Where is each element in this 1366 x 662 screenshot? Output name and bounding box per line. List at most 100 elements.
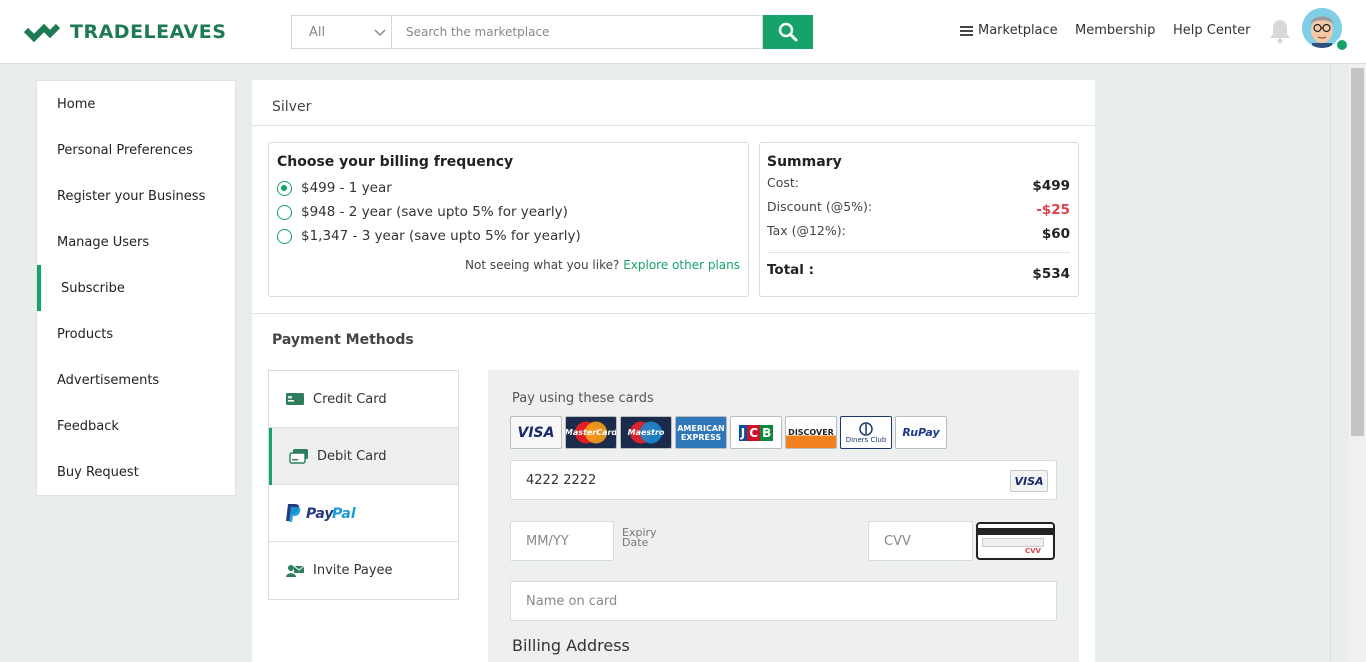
menu-icon [960,25,973,36]
billing-frequency-title: Choose your billing frequency [277,154,514,170]
billing-option-3-year[interactable]: $1,347 - 3 year (save upto 5% for yearly… [277,228,581,244]
sidebar-item-buy-request[interactable]: Buy Request [57,465,139,480]
expiry-date-label: Expiry Date [622,526,657,549]
svg-text:Pay: Pay [306,506,334,522]
total-label: Total : [767,262,814,278]
sidebar-item-home[interactable]: Home [57,97,95,112]
billing-option-label: $1,347 - 3 year (save upto 5% for yearly… [301,228,581,244]
nav-help-center[interactable]: Help Center [1173,23,1251,38]
billing-option-label: $499 - 1 year [301,180,392,196]
discover-logo: DISCOVER [785,416,837,449]
online-status-icon [1335,38,1349,52]
nav-marketplace-label: Marketplace [978,23,1058,38]
tradeleaves-logo-icon [24,23,60,43]
maestro-logo: Maestro [620,416,672,449]
sidebar-item-personal-preferences[interactable]: Personal Preferences [57,143,193,158]
nav-marketplace[interactable]: Marketplace [960,23,1058,38]
cvv-hint-label: CVV [1025,547,1041,555]
sidebar-item-manage-users[interactable]: Manage Users [57,235,149,250]
payment-methods-title: Payment Methods [272,332,414,348]
jcb-logo: JCB [730,416,782,449]
cvv-input[interactable]: CVV [868,521,973,561]
payment-method-debit-card[interactable]: Debit Card [269,428,458,485]
payment-methods-list: Credit Card Debit Card Pay Pal Invite Pa… [268,370,459,600]
billing-option-2-year[interactable]: $948 - 2 year (save upto 5% for yearly) [277,204,568,220]
jcb-c: C [747,424,761,441]
explore-prefix: Not seeing what you like? [465,258,620,272]
mastercard-logo: MasterCard [565,416,617,449]
tax-value: $60 [1041,226,1070,242]
settings-sidebar: Home Personal Preferences Register your … [36,80,236,496]
subscription-panel: Silver Choose your billing frequency $49… [252,80,1095,662]
sidebar-item-subscribe[interactable]: Subscribe [61,281,125,296]
brand-logo[interactable]: TRADELEAVES [24,18,226,46]
radio-unselected-icon[interactable] [277,204,292,220]
search-bar: All Search the marketplace [291,15,813,49]
nav-membership[interactable]: Membership [1075,23,1155,38]
paypal-logo: Pay Pal [286,504,356,522]
payment-method-credit-card[interactable]: Credit Card [269,371,458,428]
billing-address-title: Billing Address [512,636,630,655]
search-icon [778,22,798,42]
search-category-value: All [309,24,326,40]
scrollbar-thumb[interactable] [1351,68,1364,436]
radio-selected-icon[interactable] [277,180,292,196]
sidebar-item-feedback[interactable]: Feedback [57,419,119,434]
sidebar-item-register-business[interactable]: Register your Business [57,189,205,204]
sidebar-active-indicator [37,265,41,311]
nav-help-center-label: Help Center [1173,23,1251,38]
payment-method-label: Debit Card [317,448,387,464]
explore-plans-text: Not seeing what you like? Explore other … [465,258,740,272]
section-divider [252,313,1095,314]
search-button[interactable] [763,15,813,49]
payment-method-paypal[interactable]: Pay Pal [269,485,458,542]
credit-card-icon [286,393,304,405]
payment-method-invite-payee[interactable]: Invite Payee [269,542,458,599]
notification-bell-icon[interactable] [1268,18,1292,44]
search-input[interactable]: Search the marketplace [391,15,763,49]
billing-option-1-year[interactable]: $499 - 1 year [277,180,392,196]
sidebar-item-products[interactable]: Products [57,327,113,342]
maestro-text: Maestro [627,428,665,437]
tax-label: Tax (@12%): [767,223,846,238]
card-number-value: 4222 2222 [526,472,597,488]
discount-label: Discount (@5%): [767,199,873,214]
top-header: TRADELEAVES All Search the marketplace M… [0,0,1366,64]
rupay-logo: RuPay [895,416,947,449]
name-on-card-input[interactable]: Name on card [510,581,1057,621]
detected-card-brand: VISA [1010,470,1048,492]
radio-unselected-icon[interactable] [277,228,292,244]
sidebar-item-advertisements[interactable]: Advertisements [57,373,159,388]
explore-other-plans-link[interactable]: Explore other plans [623,258,740,272]
cost-value: $499 [1032,178,1070,194]
chevron-down-icon [374,29,386,37]
billing-option-label: $948 - 2 year (save upto 5% for yearly) [301,204,568,220]
discount-value: -$25 [1036,202,1070,218]
cvv-hint-card-icon: CVV [976,522,1055,560]
brand-name: TRADELEAVES [70,21,227,43]
plan-name: Silver [272,99,312,115]
search-category-select[interactable]: All [291,15,391,49]
card-number-input[interactable]: 4222 2222 VISA [510,460,1057,500]
cost-label: Cost: [767,175,800,190]
expiry-placeholder: MM/YY [526,533,569,549]
magnetic-stripe [978,528,1053,535]
pay-using-cards-label: Pay using these cards [512,391,654,406]
visa-logo: VISA [510,416,562,449]
diners-text: Diners Club [845,435,887,444]
signature-strip [982,538,1044,547]
nav-membership-label: Membership [1075,23,1156,38]
content-edge-line [1330,64,1331,662]
card-payment-form: Pay using these cards VISA MasterCard Ma… [488,370,1079,662]
jcb-b: B [760,424,774,441]
summary-title: Summary [767,154,842,170]
mastercard-text: MasterCard [565,428,617,437]
total-value: $534 [1032,266,1070,282]
name-on-card-placeholder: Name on card [526,593,618,609]
billing-frequency-box: Choose your billing frequency $499 - 1 y… [268,142,749,297]
accepted-cards-row: VISA MasterCard Maestro AMERICAN EXPRESS… [510,416,950,449]
svg-text:Pal: Pal [332,506,356,522]
expiry-input[interactable]: MM/YY [510,521,614,561]
jcb-j: J [738,424,748,441]
payment-method-label: Invite Payee [313,563,393,578]
